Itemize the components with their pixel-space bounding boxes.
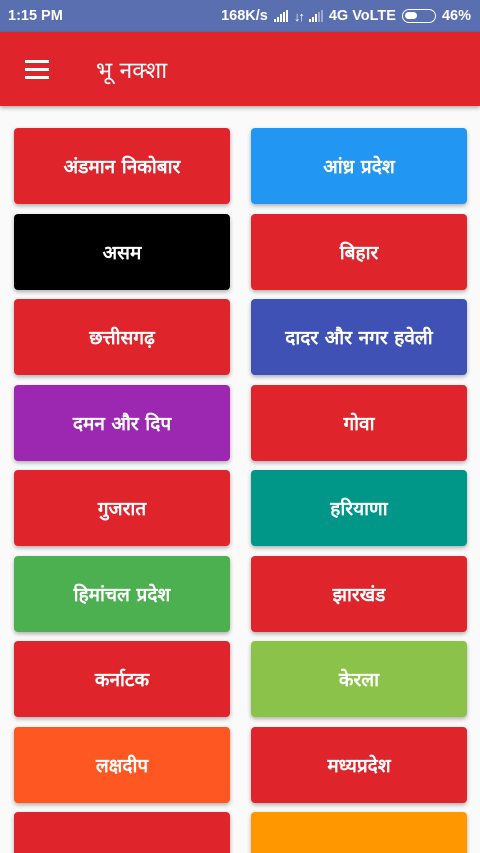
battery-level: 46% (441, 8, 471, 24)
state-tile[interactable]: हरियाणा (251, 470, 467, 546)
state-tile[interactable]: मध्यप्रदेश (251, 726, 467, 803)
state-tile[interactable]: दादर और नगर हवेली (251, 299, 467, 375)
menu-button[interactable] (0, 32, 74, 106)
state-tile[interactable]: झारखंड (251, 555, 467, 632)
state-tile[interactable]: गोवा (251, 384, 467, 461)
state-tile[interactable]: आंध्र प्रदेश (251, 128, 467, 204)
app-toolbar: भू नक्शा (0, 32, 480, 106)
state-grid: अंडमान निकोबार आंध्र प्रदेश असम बिहार छत्तीस… (0, 106, 480, 853)
data-transfer-icon: ↓↑ (293, 8, 305, 24)
battery-icon (401, 9, 436, 23)
state-tile[interactable] (14, 812, 230, 853)
network-speed: 168K/s (221, 8, 268, 24)
status-bar: 1:15 PM 168K/s ↓↑ 4G VoLTE 46% (0, 0, 480, 32)
state-tile[interactable]: लक्षदीप (14, 726, 230, 803)
state-tile[interactable]: गुजरात (14, 470, 230, 546)
state-tile[interactable]: छत्तीसगढ़ (14, 299, 230, 375)
signal-weak-icon (308, 10, 323, 22)
state-tile[interactable]: बिहार (251, 213, 467, 290)
state-tile[interactable]: अंडमान निकोबार (14, 128, 230, 204)
state-tile[interactable]: असम (14, 213, 230, 290)
state-tile[interactable]: हिमांचल प्रदेश (14, 555, 230, 632)
hamburger-menu-icon (25, 59, 49, 79)
network-type: 4G VoLTE (328, 8, 396, 24)
state-tile[interactable]: दमन और दिप (14, 384, 230, 461)
status-time: 1:15 PM (8, 8, 63, 24)
state-tile[interactable] (251, 812, 467, 853)
page-title: भू नक्शा (96, 58, 168, 84)
status-icons: 168K/s ↓↑ 4G VoLTE 46% (221, 8, 471, 24)
signal-strength-icon (273, 10, 288, 22)
state-tile[interactable]: कर्नाटक (14, 641, 230, 717)
state-tile[interactable]: केरला (251, 641, 467, 717)
